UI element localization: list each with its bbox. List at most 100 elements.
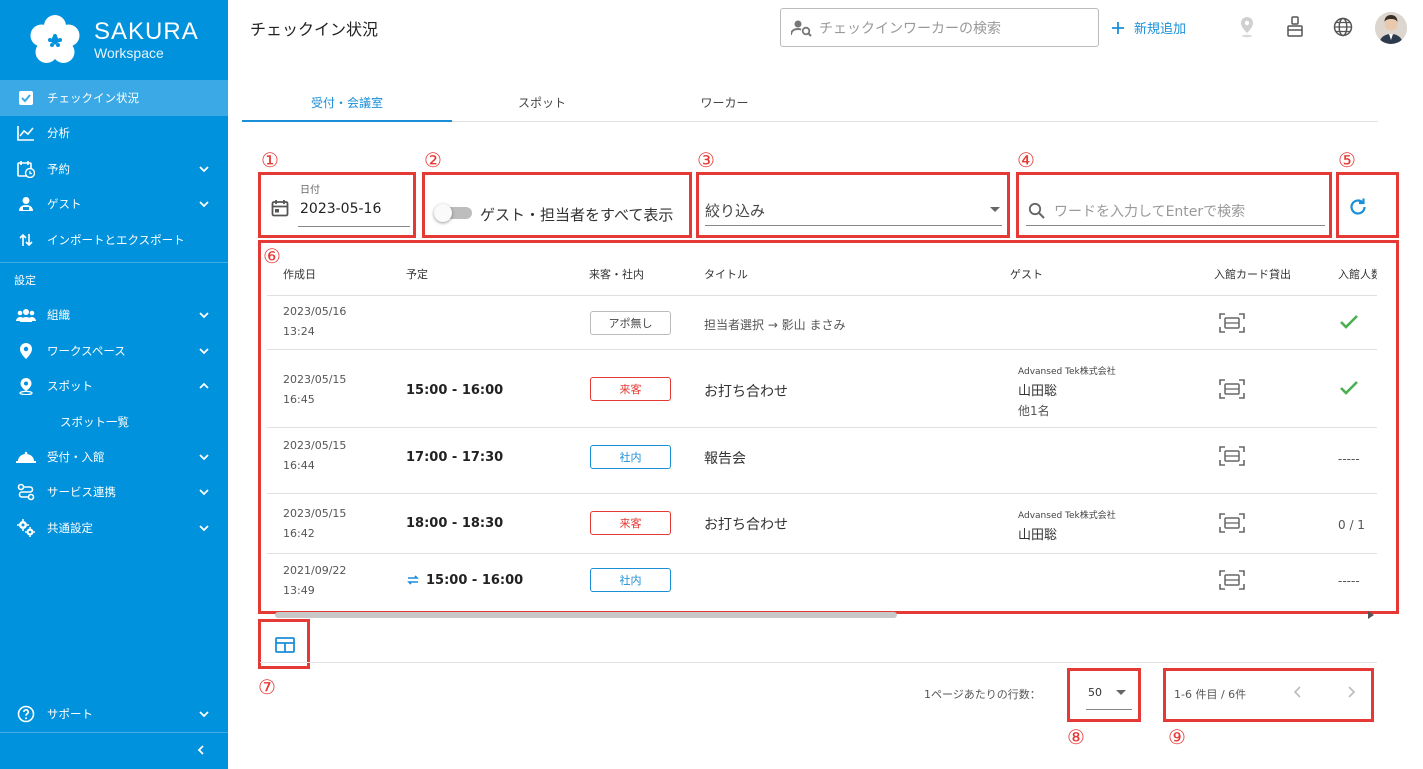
person-search-icon	[791, 20, 812, 37]
sidebar-item-label: 組織	[47, 308, 70, 323]
word-search-input[interactable]: ワードを入力してEnterで検索	[1026, 196, 1325, 226]
checkbox-icon	[16, 88, 36, 108]
tab-spot[interactable]: スポット	[452, 82, 632, 122]
table-row[interactable]: 2023/05/15 16:44 17:00 - 17:30 社内 報告会 --…	[267, 428, 1377, 494]
search-icon	[1028, 202, 1045, 219]
sidebar-item-checkin-status[interactable]: チェックイン状況	[0, 80, 228, 116]
table-row[interactable]: 2021/09/22 13:49 15:00 - 16:00 社内 -----	[267, 554, 1377, 610]
sidebar-item-common-settings[interactable]: 共通設定	[0, 510, 228, 546]
card-scan-icon[interactable]	[1219, 446, 1245, 466]
sidebar-collapse-button[interactable]	[0, 731, 228, 768]
schedule-time: 17:00 - 17:30	[406, 450, 504, 465]
card-scan-icon[interactable]	[1219, 513, 1245, 533]
chevron-down-icon[interactable]	[198, 522, 210, 534]
column-header-created[interactable]: 作成日	[283, 266, 316, 282]
check-icon	[1340, 381, 1358, 395]
brand-logo[interactable]: SAKURA Workspace	[28, 10, 199, 70]
import-export-icon	[16, 230, 36, 250]
show-all-toggle[interactable]	[434, 204, 472, 222]
guest-name: 山田聡	[1018, 384, 1058, 399]
table-row[interactable]: 2023/05/15 16:45 15:00 - 16:00 来客 お打ち合わせ…	[267, 350, 1377, 428]
calendar-icon[interactable]	[271, 199, 289, 217]
sidebar-item-guest[interactable]: ゲスト	[0, 187, 228, 223]
add-new-button[interactable]: 新規追加	[1112, 18, 1186, 37]
row-title: 報告会	[704, 451, 746, 467]
globe-icon[interactable]	[1332, 16, 1354, 38]
chevron-down-icon[interactable]	[198, 163, 210, 175]
map-pin-icon[interactable]	[1236, 16, 1258, 38]
avatar[interactable]	[1375, 12, 1407, 44]
date-field-value[interactable]: 2023-05-16	[300, 201, 381, 217]
reception-bell-icon	[16, 447, 36, 467]
date-field-underline	[298, 226, 410, 227]
sidebar-item-analytics[interactable]: 分析	[0, 116, 228, 152]
chevron-left-icon	[197, 745, 204, 755]
column-settings-icon[interactable]	[273, 633, 297, 657]
filter-select[interactable]: 絞り込み	[705, 198, 1002, 226]
card-scan-icon[interactable]	[1219, 379, 1245, 399]
column-header-schedule[interactable]: 予定	[406, 266, 428, 282]
sidebar-item-organization[interactable]: 組織	[0, 298, 228, 334]
chevron-down-icon[interactable]	[198, 309, 210, 321]
callout-8: ⑧	[1067, 725, 1085, 749]
tab-reception-meeting-room[interactable]: 受付・会議室	[242, 82, 452, 122]
sidebar-item-label: 分析	[47, 126, 70, 141]
calendar-clock-icon	[16, 159, 36, 179]
next-page-button[interactable]	[1343, 684, 1359, 700]
sidebar-item-reservation[interactable]: 予約	[0, 151, 228, 187]
prev-page-button[interactable]	[1290, 684, 1306, 700]
sidebar-item-import-export[interactable]: インポートとエクスポート	[0, 222, 228, 258]
sidebar-item-label: 受付・入館	[47, 449, 105, 464]
worker-search-input[interactable]: チェックインワーカーの検索	[780, 8, 1099, 47]
sidebar-subitem-spot-list[interactable]: スポット一覧	[0, 404, 228, 439]
chevron-down-icon[interactable]	[198, 708, 210, 720]
column-header-title[interactable]: タイトル	[704, 266, 748, 282]
chevron-down-icon[interactable]	[198, 451, 210, 463]
table-horizontal-scrollbar[interactable]	[267, 607, 1377, 623]
sakura-flower-icon	[30, 15, 80, 63]
recurring-icon	[407, 575, 419, 585]
sidebar-item-label: スポット	[47, 379, 93, 394]
column-header-guest[interactable]: ゲスト	[1010, 266, 1043, 282]
column-header-visit-type[interactable]: 来客・社内	[589, 266, 644, 282]
sidebar-item-label: 共通設定	[47, 520, 93, 535]
chevron-down-icon[interactable]	[198, 198, 210, 210]
people-icon	[16, 305, 36, 325]
tab-worker[interactable]: ワーカー	[632, 82, 817, 122]
column-header-card-loan[interactable]: 入館カード貸出	[1214, 266, 1291, 282]
callout-4: ④	[1017, 148, 1035, 172]
sidebar-item-spot[interactable]: スポット	[0, 369, 228, 405]
worker-search-placeholder: チェックインワーカーの検索	[819, 20, 1001, 37]
row-title: お打ち合わせ	[704, 384, 788, 400]
entry-count: -----	[1338, 574, 1360, 588]
scrollbar-thumb[interactable]	[275, 612, 897, 618]
chevron-up-icon[interactable]	[198, 380, 210, 392]
refresh-icon[interactable]	[1346, 195, 1370, 219]
created-time: 13:49	[283, 584, 315, 597]
sidebar-item-service-integration[interactable]: サービス連携	[0, 475, 228, 511]
card-scan-icon[interactable]	[1219, 570, 1245, 590]
row-title: 担当者選択 → 影山 まさみ	[704, 318, 846, 332]
callout-1: ①	[261, 148, 279, 172]
card-scan-icon[interactable]	[1219, 313, 1245, 333]
column-header-entry-count[interactable]: 入館人数	[1338, 266, 1377, 282]
chevron-down-icon[interactable]	[198, 486, 210, 498]
sidebar-item-workspace[interactable]: ワークスペース	[0, 333, 228, 369]
toggle-knob	[434, 204, 452, 222]
rows-per-page-select[interactable]: 50	[1086, 684, 1132, 710]
table-row[interactable]: 2023/05/15 16:42 18:00 - 18:30 来客 お打ち合わせ…	[267, 494, 1377, 554]
chevron-down-icon[interactable]	[198, 345, 210, 357]
status-badge: 来客	[590, 511, 671, 535]
reception-terminal-icon[interactable]	[1284, 16, 1306, 38]
table-header: 作成日 予定 来客・社内 タイトル ゲスト 入館カード貸出 入館人数	[267, 248, 1377, 296]
entry-count: 0 / 1	[1338, 518, 1365, 532]
rows-per-page-value: 50	[1088, 686, 1102, 699]
location-pin-icon	[16, 341, 36, 361]
sidebar-item-support[interactable]: サポート	[0, 696, 228, 732]
caret-down-icon	[1116, 690, 1126, 695]
sidebar-item-reception[interactable]: 受付・入館	[0, 439, 228, 475]
status-badge: 来客	[590, 377, 671, 401]
table-row[interactable]: 2023/05/16 13:24 アポ無し 担当者選択 → 影山 まさみ	[267, 296, 1377, 350]
scroll-right-arrow-icon[interactable]	[1367, 610, 1375, 620]
sidebar-nav: チェックイン状況 分析 予約 ゲスト インポートとエクスポート 設定 組織 ワー…	[0, 80, 228, 546]
